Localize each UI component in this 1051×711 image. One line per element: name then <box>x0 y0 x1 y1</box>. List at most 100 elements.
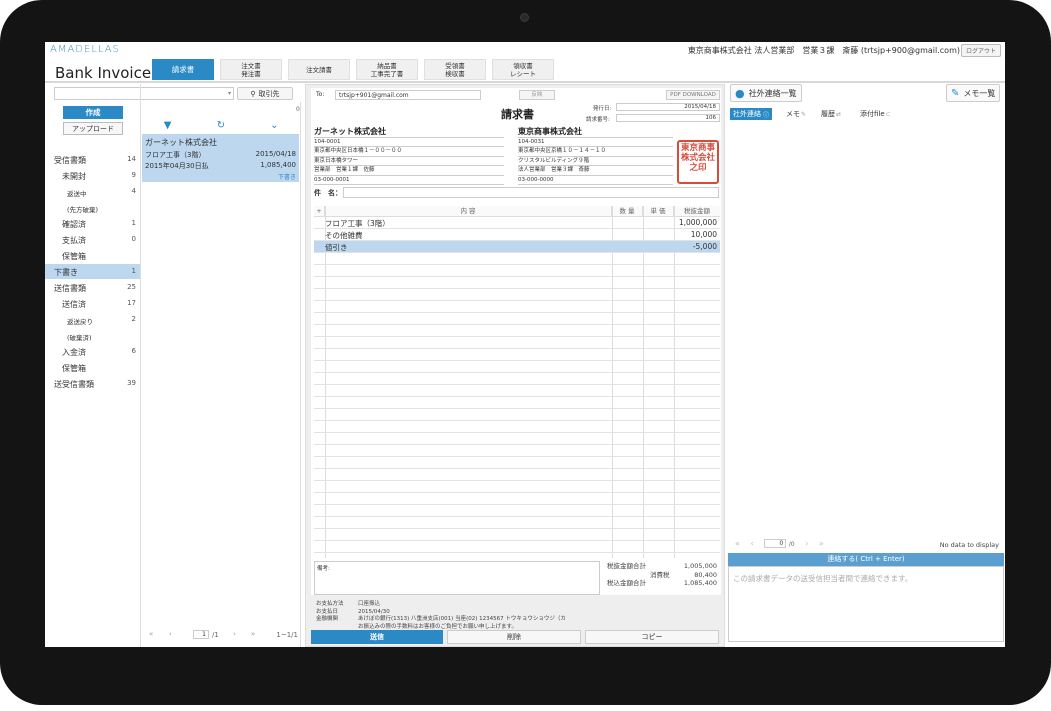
contacts-page-input[interactable]: 0 <box>764 539 787 548</box>
recipient-tel[interactable]: 03-000-0001 <box>314 176 504 185</box>
table-row[interactable]: その他雑費 10,000 <box>314 229 720 241</box>
sidebar-item[interactable]: (破棄済) <box>45 328 140 343</box>
recipient-address1[interactable]: 東京都中央区日本橋１－００－００ <box>314 147 504 157</box>
table-row[interactable]: 値引き -5,000 <box>314 241 720 253</box>
table-row[interactable]: フロア工事（3階） 1,000,000 <box>314 217 720 229</box>
copy-button[interactable]: コピー <box>585 630 719 644</box>
page-input[interactable]: 1 <box>193 630 209 639</box>
first-page-icon[interactable]: « <box>149 630 153 638</box>
recipient-zip[interactable]: 104-0001 <box>314 138 504 147</box>
table-row[interactable] <box>314 505 720 517</box>
sender-name[interactable]: 東京商事株式会社 <box>518 127 673 138</box>
tab-receipt-acceptance[interactable]: 受領書 検収書 <box>424 59 486 80</box>
to-email-field[interactable]: trtsjp+901@gmail.com <box>335 90 481 100</box>
table-row[interactable] <box>314 301 720 313</box>
sender-address1[interactable]: 東京都中央区京橋１０－１４－１０ <box>518 147 673 157</box>
table-row[interactable] <box>314 517 720 529</box>
table-row[interactable] <box>314 289 720 301</box>
table-row[interactable] <box>314 349 720 361</box>
table-row[interactable] <box>314 433 720 445</box>
sidebar-item[interactable]: 返送中 4 <box>45 184 140 199</box>
chevron-down-icon[interactable]: ▾ <box>228 90 231 97</box>
sidebar-item[interactable]: 受信書類 14 <box>45 152 140 167</box>
last-page-icon[interactable]: » <box>819 539 824 548</box>
sidebar-item[interactable]: 支払済 0 <box>45 232 140 247</box>
table-row[interactable] <box>314 313 720 325</box>
sender-address2[interactable]: クリスタルビルディング９階 <box>518 157 673 166</box>
table-row[interactable] <box>314 325 720 337</box>
tab-invoice[interactable]: 請求書 <box>152 59 214 80</box>
send-button[interactable]: 送信 <box>311 630 443 644</box>
invoice-number-field[interactable]: 106 <box>616 114 720 122</box>
tab-attachments[interactable]: 添付file ⊂ <box>857 108 894 120</box>
external-contacts-button[interactable]: ● 社外連絡一覧 <box>730 84 802 102</box>
recipient-address2[interactable]: 東京日本橋タワー <box>314 157 504 166</box>
partner-search-button[interactable]: ⚲ 取引先 <box>237 87 293 100</box>
table-row[interactable] <box>314 277 720 289</box>
list-item[interactable]: ガーネット株式会社 フロア工事（3階） 2015/04/18 2015年04月3… <box>142 134 299 182</box>
table-row[interactable] <box>314 409 720 421</box>
recipient-person[interactable]: 営業部 営業１課 佐藤 <box>314 166 504 176</box>
table-row[interactable] <box>314 253 720 265</box>
sidebar-item[interactable]: 確認済 1 <box>45 216 140 231</box>
table-row[interactable] <box>314 361 720 373</box>
first-page-icon[interactable]: « <box>735 539 740 548</box>
pdf-download-button[interactable]: PDF DOWNLOAD <box>666 90 720 100</box>
contact-submit-button[interactable]: 連絡する( Ctrl + Enter) <box>728 553 1004 566</box>
delete-button[interactable]: 削除 <box>447 630 581 644</box>
issue-date-field[interactable]: 2015/04/18 <box>616 103 720 111</box>
sidebar-item[interactable]: 送受信書類 39 <box>45 376 140 391</box>
table-row[interactable] <box>314 421 720 433</box>
table-row[interactable] <box>314 457 720 469</box>
tab-external-contact[interactable]: 社外連絡 ⓘ <box>730 108 773 120</box>
upload-button[interactable]: アップロード <box>63 122 123 135</box>
tab-order-confirmation[interactable]: 注文請書 <box>288 59 350 80</box>
sidebar-item[interactable]: 送信書類 25 <box>45 280 140 295</box>
tab-delivery[interactable]: 納品書 工事完了書 <box>356 59 418 80</box>
subject-field[interactable] <box>343 187 719 198</box>
table-row[interactable] <box>314 373 720 385</box>
table-row[interactable] <box>314 385 720 397</box>
table-row[interactable] <box>314 493 720 505</box>
table-row[interactable] <box>314 529 720 541</box>
prev-page-icon[interactable]: ‹ <box>750 539 753 548</box>
next-page-icon[interactable]: › <box>233 630 236 638</box>
sidebar-item[interactable]: (先方破棄) <box>45 200 140 215</box>
tab-history[interactable]: 履歴 ⇄ <box>818 108 844 120</box>
table-row[interactable] <box>314 481 720 493</box>
table-row[interactable] <box>314 265 720 277</box>
prev-page-icon[interactable]: ‹ <box>169 630 172 638</box>
table-row[interactable] <box>314 337 720 349</box>
sender-zip[interactable]: 104-0031 <box>518 138 673 147</box>
tab-receipt[interactable]: 領収書 レシート <box>492 59 554 80</box>
apply-button[interactable]: 反映 <box>519 90 555 100</box>
table-row[interactable] <box>314 541 720 553</box>
sender-tel[interactable]: 03-000-0000 <box>518 176 673 185</box>
recipient-name[interactable]: ガーネット株式会社 <box>314 127 504 138</box>
add-row-icon[interactable]: + <box>314 206 325 217</box>
table-row[interactable] <box>314 445 720 457</box>
sidebar-item[interactable]: 送信済 17 <box>45 296 140 311</box>
refresh-icon[interactable]: ↻ <box>206 120 236 131</box>
sender-person[interactable]: 法人営業部 営業３課 斎藤 <box>518 166 673 176</box>
sidebar-item[interactable]: 保管箱 <box>45 360 140 375</box>
logout-button[interactable]: ログアウト <box>960 44 1001 57</box>
table-row[interactable] <box>314 469 720 481</box>
last-page-icon[interactable]: » <box>251 630 255 638</box>
sidebar-item[interactable]: 保管箱 <box>45 248 140 263</box>
chevron-down-icon[interactable]: ⌄ <box>259 120 289 131</box>
contact-message-input[interactable]: この請求書データの送受信担当者間で連絡できます。 <box>728 566 1004 642</box>
tab-memo[interactable]: メモ ✎ <box>783 108 809 120</box>
sidebar-item[interactable]: 下書き 1 <box>45 264 140 279</box>
table-row[interactable] <box>314 397 720 409</box>
next-page-icon[interactable]: › <box>805 539 808 548</box>
sidebar-item[interactable]: 入金済 6 <box>45 344 140 359</box>
filter-icon[interactable]: ▼ <box>153 120 183 131</box>
memo-list-button[interactable]: ✎ メモ一覧 <box>946 84 1001 102</box>
tab-order[interactable]: 注文書 発注書 <box>220 59 282 80</box>
create-button[interactable]: 作成 <box>63 106 123 119</box>
sidebar-item[interactable]: 返送戻り 2 <box>45 312 140 327</box>
sidebar-item[interactable]: 未開封 9 <box>45 168 140 183</box>
remarks-field[interactable]: 備考: <box>314 561 600 595</box>
subtotal-value: 1,005,000 <box>683 562 717 570</box>
